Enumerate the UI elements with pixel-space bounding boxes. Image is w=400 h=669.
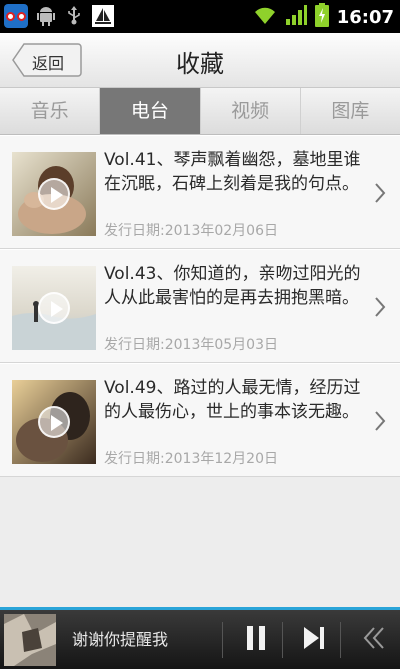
title-bar: 返回 收藏 [0, 33, 400, 88]
item-date: 发行日期:2013年02月06日 [104, 223, 278, 239]
wifi-icon [253, 5, 277, 29]
app-icon [4, 4, 28, 28]
page-title: 收藏 [176, 50, 224, 78]
divider [222, 622, 223, 658]
divider [282, 622, 283, 658]
item-title: Vol.41、琴声飘着幽怨，墓地里谁在沉眠，石碑上刻着是我的句点。 [104, 150, 361, 194]
pause-button[interactable] [234, 618, 278, 662]
clock: 16:07 [336, 6, 394, 28]
collapse-button[interactable] [352, 618, 396, 662]
list-item[interactable]: Vol.49、路过的人最无情，经历过的人最伤心，世上的事本该无趣。 发行日期:2… [0, 363, 400, 477]
collapse-icon [362, 626, 386, 654]
tab-music[interactable]: 音乐 [0, 88, 101, 134]
now-playing-title: 谢谢你提醒我 [72, 630, 169, 649]
tab-radio[interactable]: 电台 [100, 88, 201, 134]
play-icon[interactable] [38, 178, 70, 210]
item-date: 发行日期:2013年12月20日 [104, 451, 278, 467]
status-bar: 16:07 [0, 0, 400, 33]
signal-icon [285, 4, 307, 30]
tab-video[interactable]: 视频 [201, 88, 301, 134]
item-date: 发行日期:2013年05月03日 [104, 337, 278, 353]
item-thumbnail [12, 152, 96, 236]
item-thumbnail [12, 380, 96, 464]
item-thumbnail [12, 266, 96, 350]
sailboat-icon [92, 5, 114, 27]
mini-player: 谢谢你提醒我 [0, 607, 400, 669]
next-button[interactable] [292, 618, 336, 662]
battery-icon [314, 3, 329, 31]
pause-icon [245, 625, 267, 655]
list-item[interactable]: Vol.41、琴声飘着幽怨，墓地里谁在沉眠，石碑上刻着是我的句点。 发行日期:2… [0, 135, 400, 249]
album-art[interactable] [4, 614, 56, 666]
usb-icon [64, 5, 84, 27]
next-icon [302, 626, 326, 654]
item-title: Vol.43、你知道的，亲吻过阳光的人从此最害怕的是再去拥抱黑暗。 [104, 264, 361, 308]
divider [340, 622, 341, 658]
item-title: Vol.49、路过的人最无情，经历过的人最伤心，世上的事本该无趣。 [104, 378, 361, 422]
play-icon[interactable] [38, 292, 70, 324]
tab-gallery[interactable]: 图库 [301, 88, 400, 134]
list-item[interactable]: Vol.43、你知道的，亲吻过阳光的人从此最害怕的是再去拥抱黑暗。 发行日期:2… [0, 249, 400, 363]
chevron-right-icon [374, 410, 386, 436]
play-icon[interactable] [38, 406, 70, 438]
chevron-right-icon [374, 182, 386, 208]
chevron-right-icon [374, 296, 386, 322]
android-icon [36, 5, 56, 27]
favorites-list: Vol.41、琴声飘着幽怨，墓地里谁在沉眠，石碑上刻着是我的句点。 发行日期:2… [0, 135, 400, 477]
tab-bar: 音乐 电台 视频 图库 [0, 88, 400, 135]
